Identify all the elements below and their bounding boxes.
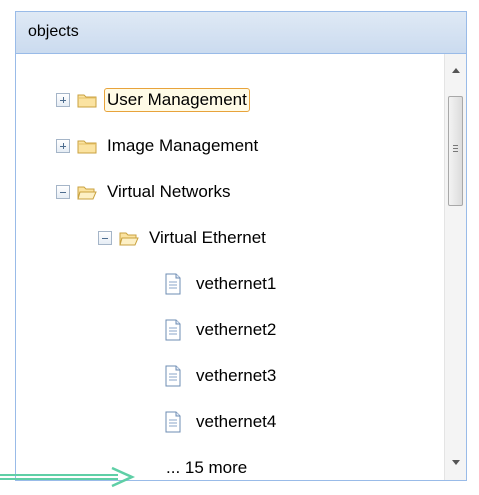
objects-panel: objects User Management Image Management (15, 11, 467, 481)
arrow-down-icon (452, 460, 460, 465)
document-icon (165, 273, 181, 295)
folder-open-icon (119, 232, 139, 246)
tree-node-label: User Management (104, 88, 250, 112)
tree-leaf-vethernet3[interactable]: vethernet3 (164, 361, 279, 391)
scroll-up-button[interactable] (445, 60, 466, 82)
document-icon (165, 319, 181, 341)
tree-node-user-management[interactable]: User Management (56, 85, 250, 115)
tree-node-virtual-networks[interactable]: Virtual Networks (56, 177, 233, 207)
tree-node-label: Image Management (107, 136, 259, 155)
folder-open-icon (77, 186, 97, 200)
tree-leaf-label: vethernet4 (196, 412, 277, 431)
panel-title: objects (28, 23, 79, 40)
document-icon (165, 411, 181, 433)
panel-header: objects (16, 12, 466, 54)
collapse-icon[interactable] (56, 185, 70, 199)
scroll-down-button[interactable] (445, 452, 466, 474)
tree-leaf-label: vethernet2 (196, 320, 277, 339)
scrollbar-thumb[interactable] (448, 96, 463, 206)
expand-icon[interactable] (56, 93, 70, 107)
folder-closed-icon (77, 94, 97, 108)
tree-node-virtual-ethernet[interactable]: Virtual Ethernet (98, 223, 269, 253)
tree-node-label: Virtual Networks (107, 182, 231, 201)
vertical-scrollbar[interactable] (444, 54, 466, 480)
expand-icon[interactable] (56, 139, 70, 153)
tree-leaf-vethernet1[interactable]: vethernet1 (164, 269, 279, 299)
tree-leaf-label: vethernet3 (196, 366, 277, 385)
document-icon (165, 365, 181, 387)
tree-node-image-management[interactable]: Image Management (56, 131, 261, 161)
tree-leaf-vethernet2[interactable]: vethernet2 (164, 315, 279, 345)
folder-closed-icon (77, 140, 97, 154)
collapse-icon[interactable] (98, 231, 112, 245)
annotation-arrow-icon (0, 466, 136, 488)
tree-leaf-label: vethernet1 (196, 274, 277, 293)
tree-node-label: Virtual Ethernet (149, 228, 266, 247)
arrow-up-icon (452, 68, 460, 73)
tree-leaf-vethernet4[interactable]: vethernet4 (164, 407, 279, 437)
show-more-link[interactable]: ... 15 more (166, 453, 247, 480)
object-tree: User Management Image Management Virtual… (16, 54, 444, 480)
